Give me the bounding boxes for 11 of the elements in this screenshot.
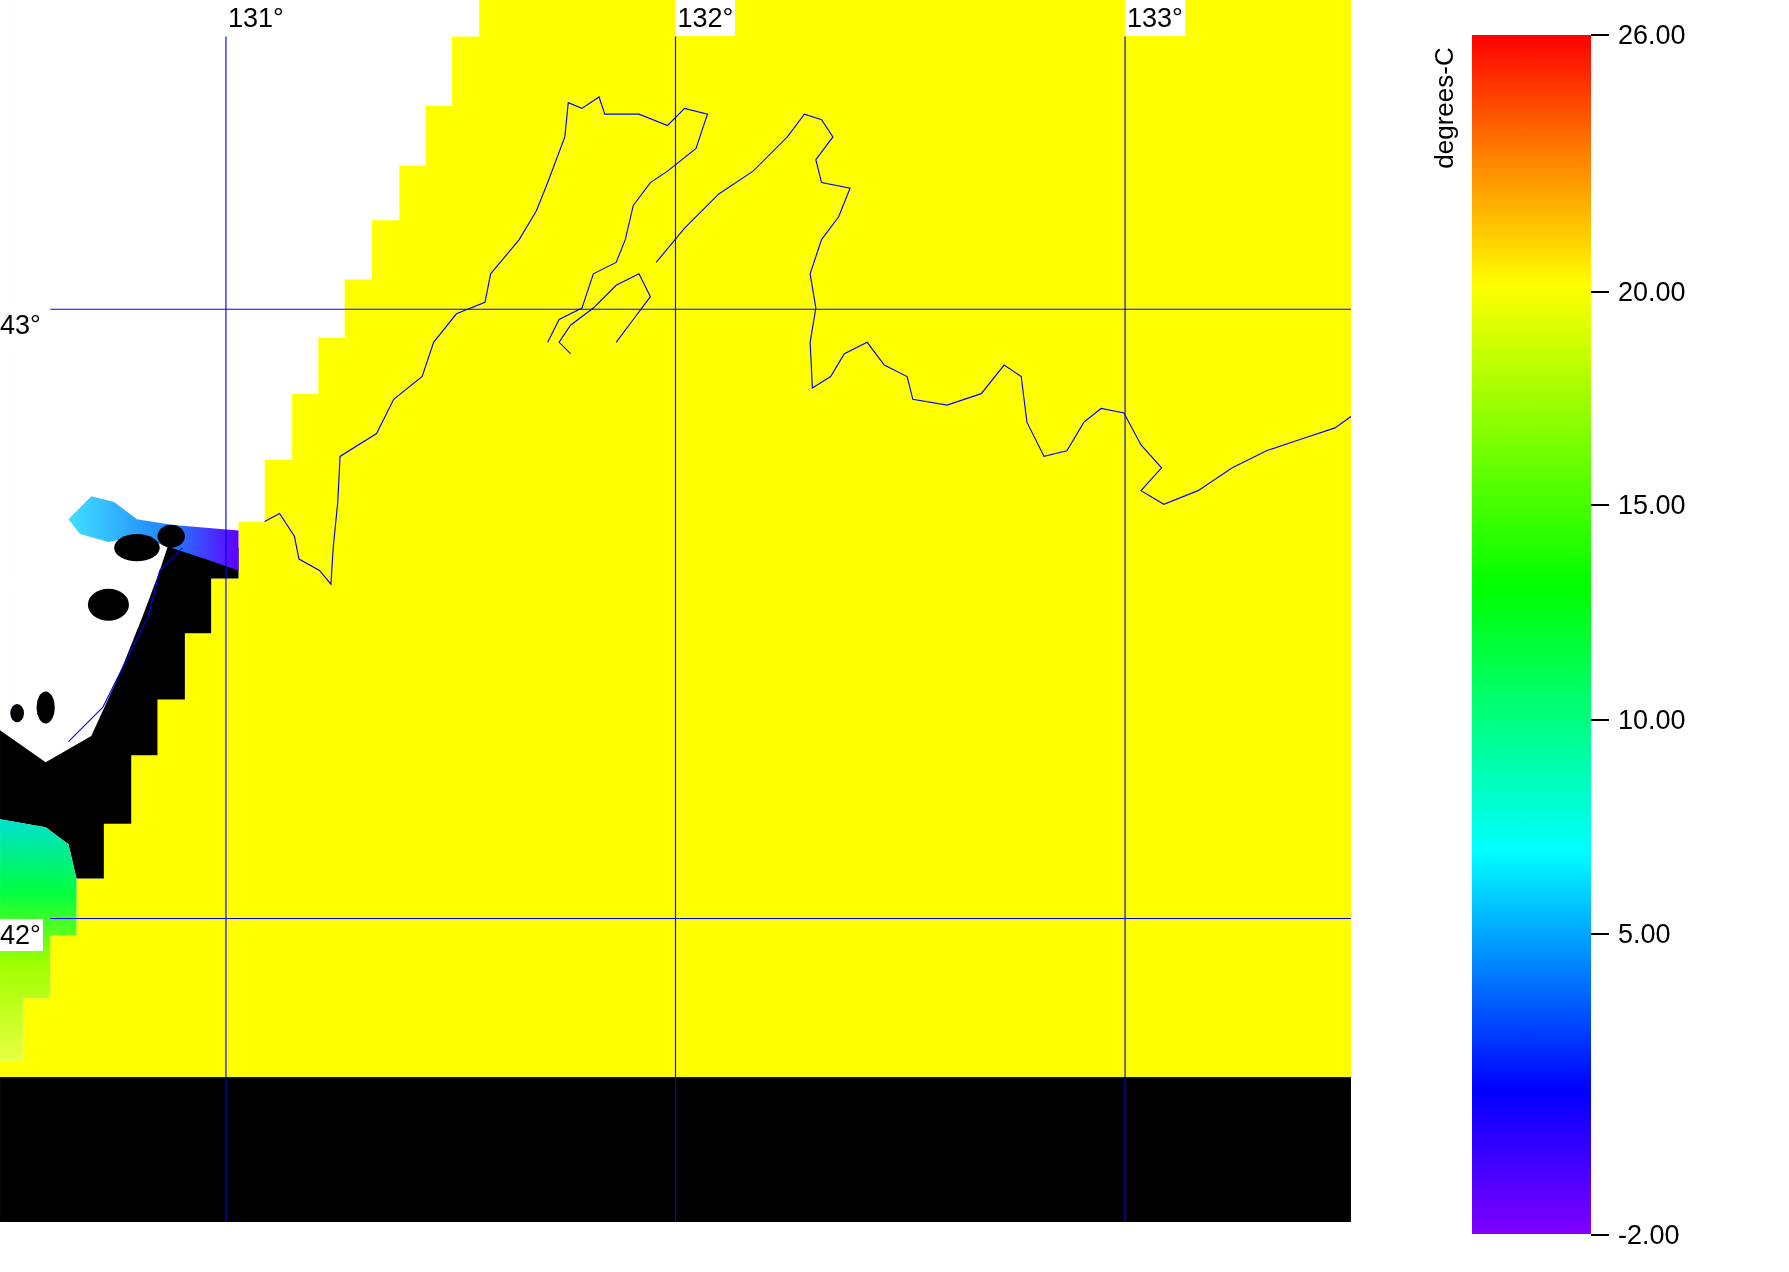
scale-tick-label: 26.00 [1618,19,1686,52]
scale-tick-label: 10.00 [1618,703,1686,736]
scale-tick-label: -2.00 [1618,1218,1680,1251]
longitude-label: 132° [675,0,736,36]
latitude-label: 43° [0,309,43,342]
scale-tick-label: 20.00 [1618,276,1686,309]
latitude-label: 42° [0,918,43,951]
scale-tick-label: 5.00 [1618,918,1671,951]
scale-tick-label: 15.00 [1618,489,1686,522]
units-label: degrees-C [1428,47,1459,170]
longitude-label: 133° [1125,0,1185,36]
